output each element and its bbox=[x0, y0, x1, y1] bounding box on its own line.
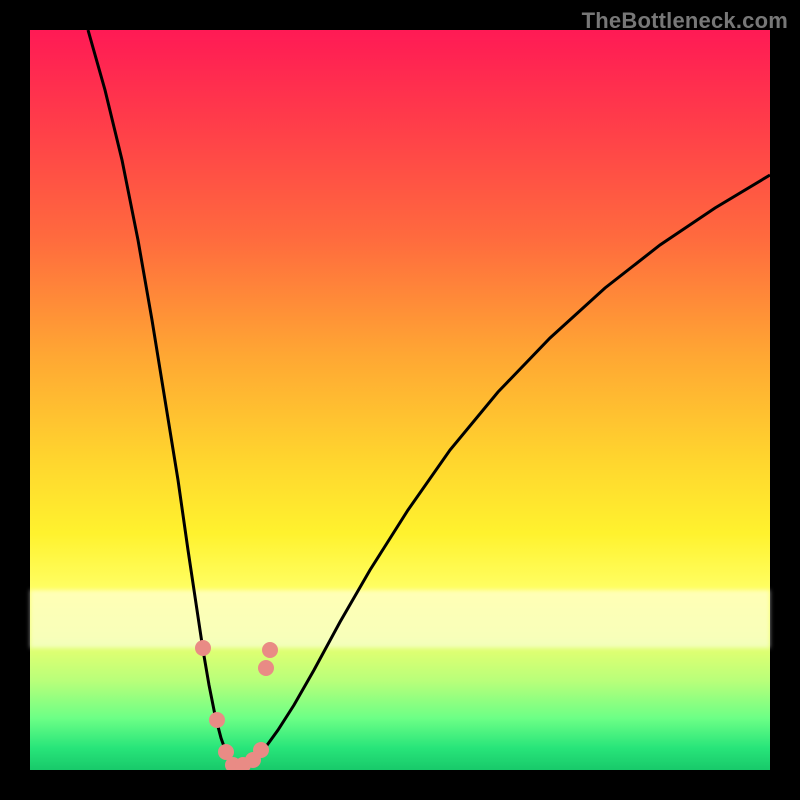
marker-group bbox=[195, 640, 278, 770]
curve-svg bbox=[30, 30, 770, 770]
plot-area bbox=[30, 30, 770, 770]
marker-point bbox=[195, 640, 211, 656]
chart-frame: TheBottleneck.com bbox=[0, 0, 800, 800]
marker-point bbox=[253, 742, 269, 758]
marker-point bbox=[258, 660, 274, 676]
left-curve bbox=[88, 30, 237, 765]
marker-point bbox=[209, 712, 225, 728]
marker-point bbox=[262, 642, 278, 658]
right-curve bbox=[237, 175, 770, 765]
